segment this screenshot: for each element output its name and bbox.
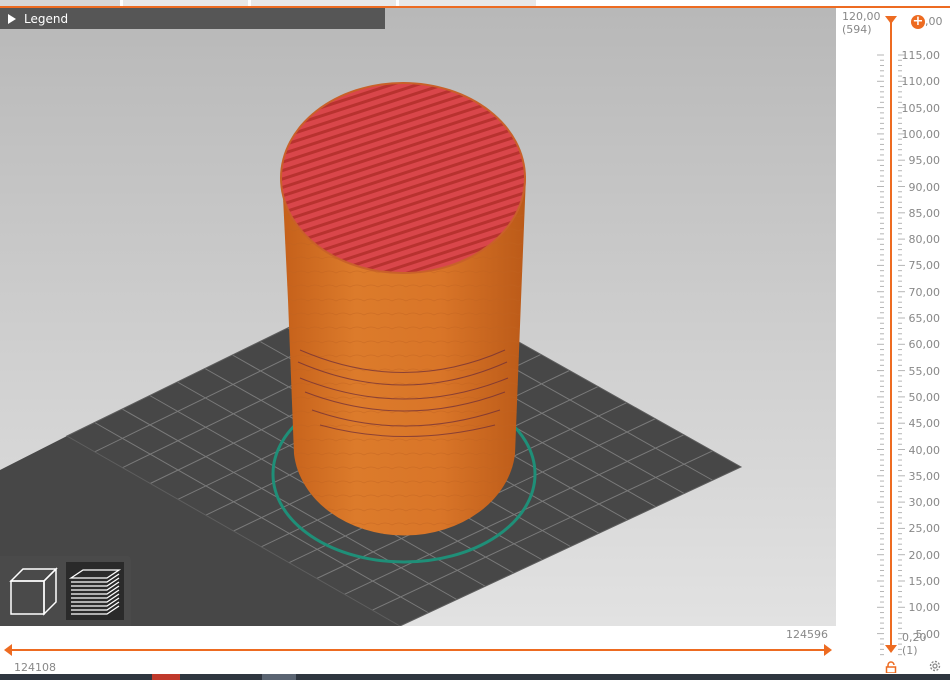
tab-bar — [0, 0, 950, 8]
model-top-surface — [280, 82, 526, 274]
tick-label: 100,00 — [901, 127, 941, 141]
tick-label: 40,00 — [908, 443, 941, 457]
tick-label: 20,00 — [908, 548, 941, 562]
bottom-layer: (1) — [902, 644, 918, 657]
move-slider[interactable]: 124596 124108 — [0, 626, 836, 674]
tick-label: 65,00 — [908, 312, 941, 325]
legend-label: Legend — [24, 11, 69, 26]
taskbar-app-2[interactable] — [262, 674, 296, 680]
layers-icon — [68, 569, 122, 615]
tick-label: 75,00 — [908, 259, 941, 273]
layers-view-button[interactable] — [66, 562, 124, 620]
tick-label: 55,00 — [908, 364, 941, 378]
tick-label: 80,00 — [908, 233, 941, 247]
thumb-top-label: ,00 — [925, 15, 943, 28]
tick-label: 30,00 — [908, 496, 941, 510]
layer-height-slider[interactable]: 120,00 (594) 115,00 110,00 105,00 100,00 95,… — [836, 8, 950, 680]
move-slider-track — [4, 644, 832, 656]
tick-label: 10,00 — [908, 601, 941, 615]
lock-icon[interactable] — [885, 658, 897, 674]
tick-label: 95,00 — [908, 154, 941, 168]
plus-circle-icon[interactable]: + — [911, 15, 925, 29]
bottom-value-block: 0,20 (1) — [902, 631, 927, 657]
gear-icon[interactable] — [928, 658, 942, 672]
triangle-right-icon — [8, 13, 16, 24]
tick-label: 70,00 — [908, 285, 941, 299]
tick-label: 35,00 — [908, 469, 941, 483]
legend-toggle[interactable]: Legend — [0, 8, 385, 29]
view-type-toggle — [0, 556, 131, 626]
tick-label: 90,00 — [908, 180, 941, 194]
taskbar-app-1[interactable] — [152, 674, 180, 680]
3d-viewport[interactable] — [0, 8, 836, 626]
tick-label: 105,00 — [901, 101, 941, 115]
taskbar — [0, 674, 950, 680]
tick-label: 50,00 — [908, 390, 941, 404]
bottom-value: 0,20 — [902, 631, 927, 644]
tick-label: 15,00 — [908, 575, 941, 588]
move-slider-left-value: 124108 — [14, 661, 56, 674]
cube-icon — [9, 567, 58, 616]
3d-view-button[interactable] — [4, 562, 62, 620]
tick-label: 60,00 — [908, 338, 941, 352]
tick-label: 25,00 — [908, 522, 941, 536]
tick-label: 110,00 — [901, 75, 941, 89]
tick-label: 115,00 — [901, 49, 941, 62]
tick-label: 45,00 — [908, 417, 941, 431]
tick-label: 85,00 — [908, 206, 941, 220]
